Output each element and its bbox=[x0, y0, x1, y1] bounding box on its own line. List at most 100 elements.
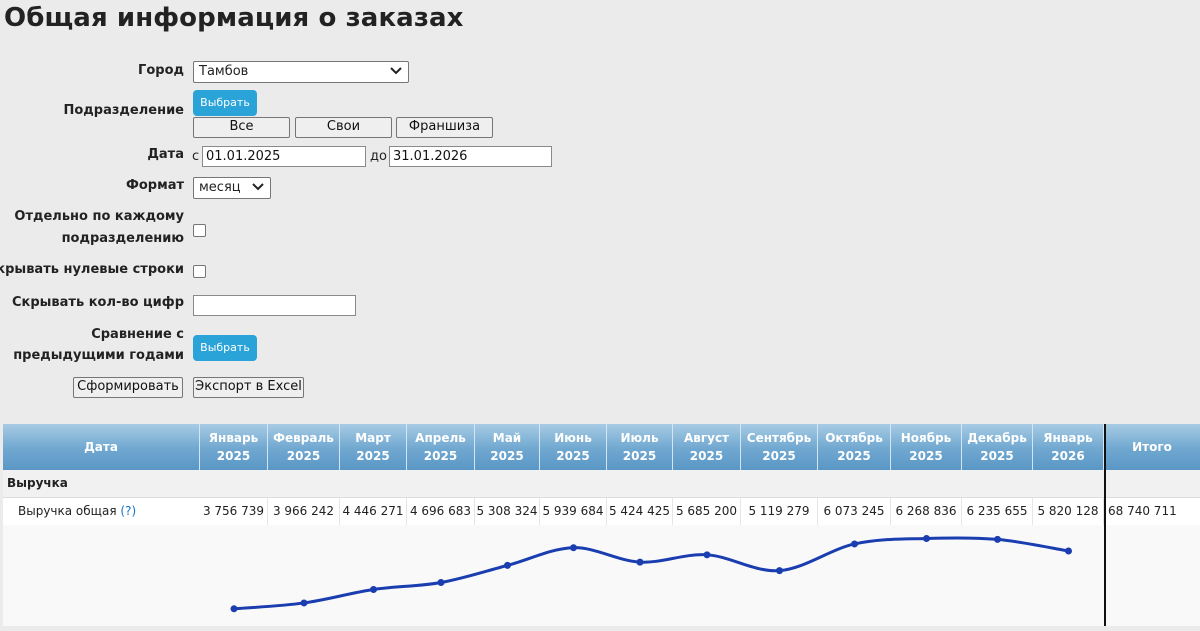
format-label: Формат bbox=[125, 178, 184, 193]
data-point[interactable] bbox=[636, 558, 644, 566]
header-month-name: Май bbox=[492, 431, 522, 445]
orders-table: Дата Январь 2025 Февраль 2025 Март 2025 Апрель… bbox=[3, 424, 1200, 626]
header-month-year: 2025 bbox=[286, 449, 321, 463]
value-cell: 5 308 324 bbox=[475, 498, 540, 525]
data-point[interactable] bbox=[1065, 547, 1072, 555]
header-month-name: Январь bbox=[208, 431, 259, 445]
value-cell: 6 073 245 bbox=[818, 498, 891, 525]
data-point[interactable] bbox=[851, 540, 858, 548]
section-name: Выручка bbox=[7, 476, 68, 490]
header-total: Итого bbox=[1132, 440, 1172, 454]
hide-digits-input[interactable] bbox=[193, 295, 356, 316]
header-month: Сентябрь 2025 bbox=[741, 424, 818, 470]
data-point[interactable] bbox=[230, 605, 238, 613]
value-cell: 5 119 279 bbox=[741, 498, 818, 525]
header-month-name: Июль bbox=[620, 431, 659, 445]
section-row: Выручка bbox=[3, 470, 1200, 498]
data-point[interactable] bbox=[703, 551, 711, 559]
separate-checkbox[interactable] bbox=[193, 224, 206, 237]
header-month-year: 2025 bbox=[423, 449, 458, 463]
value-cell: 4 696 683 bbox=[407, 498, 475, 525]
data-point[interactable] bbox=[370, 586, 377, 594]
compare-label-line2: предыдущими годами bbox=[13, 348, 184, 363]
data-point[interactable] bbox=[300, 599, 308, 607]
value-cell: 6 268 836 bbox=[891, 498, 962, 525]
value-cell: 6 235 655 bbox=[962, 498, 1033, 525]
data-point[interactable] bbox=[923, 534, 930, 542]
header-month-name: Декабрь bbox=[967, 431, 1027, 445]
division-franchise-button[interactable]: Франшиза bbox=[396, 117, 493, 138]
header-month: Май 2025 bbox=[475, 424, 540, 470]
submit-button[interactable]: Сформировать bbox=[73, 377, 183, 398]
date-from-input[interactable]: 01.01.2025 bbox=[202, 146, 366, 167]
data-point[interactable] bbox=[437, 578, 445, 586]
row-total: 68 740 711 bbox=[1108, 504, 1177, 518]
hide-zero-label: Скрывать нулевые строки bbox=[0, 262, 184, 277]
table-header: Дата Январь 2025 Февраль 2025 Март 2025 Апрель… bbox=[3, 424, 1200, 470]
division-choose-button[interactable]: Выбрать bbox=[193, 90, 257, 116]
export-excel-button[interactable]: Экспорт в Excel bbox=[193, 377, 304, 398]
header-month: Июнь 2025 bbox=[540, 424, 607, 470]
help-link[interactable]: (?) bbox=[120, 504, 136, 518]
header-month-year: 2025 bbox=[216, 449, 251, 463]
city-select[interactable]: Тамбов bbox=[193, 61, 409, 83]
header-date: Дата bbox=[3, 424, 200, 470]
date-to-prefix: до bbox=[370, 149, 387, 164]
header-month-year: 2025 bbox=[490, 449, 524, 463]
value-cell: 5 939 684 bbox=[540, 498, 607, 525]
revenue-line-chart bbox=[230, 534, 1072, 613]
hide-digits-label: Скрывать кол-во цифр bbox=[11, 295, 184, 310]
header-month: Февраль 2025 bbox=[268, 424, 340, 470]
header-month: Январь 2026 bbox=[1033, 424, 1104, 470]
value-cell: 5 685 200 bbox=[673, 498, 741, 525]
separate-label-line2: подразделению bbox=[61, 231, 184, 246]
compare-label-line1: Сравнение с bbox=[91, 327, 184, 342]
header-month: Июль 2025 bbox=[607, 424, 673, 470]
header-month-year: 2025 bbox=[689, 449, 724, 463]
header-month-name: Июнь bbox=[554, 431, 592, 445]
header-month: Ноябрь 2025 bbox=[891, 424, 962, 470]
data-point[interactable] bbox=[570, 544, 577, 552]
header-month-year: 2025 bbox=[837, 449, 871, 463]
header-month: Январь 2025 bbox=[200, 424, 268, 470]
city-select-value: Тамбов bbox=[199, 64, 249, 79]
header-month-year: 2025 bbox=[762, 449, 796, 463]
header-month-year: 2026 bbox=[1051, 449, 1085, 463]
header-month-name: Февраль bbox=[273, 431, 334, 445]
header-month-name: Октябрь bbox=[825, 431, 883, 445]
header-month-name: Ноябрь bbox=[900, 431, 952, 445]
division-all-button[interactable]: Все bbox=[193, 117, 290, 138]
header-month: Март 2025 bbox=[340, 424, 407, 470]
header-month-year: 2025 bbox=[556, 449, 590, 463]
total-divider bbox=[1104, 424, 1106, 626]
table-row: Выручка общая (?) 3 756 739 3 966 242 4 44… bbox=[3, 498, 1200, 525]
series-line bbox=[233, 536, 1069, 611]
header-month: Октябрь 2025 bbox=[818, 424, 891, 470]
header-month-name: Август bbox=[683, 431, 730, 445]
division-own-button[interactable]: Свои bbox=[295, 117, 392, 138]
header-month-year: 2025 bbox=[356, 449, 390, 463]
compare-choose-button[interactable]: Выбрать bbox=[193, 335, 257, 361]
header-month: Август 2025 bbox=[673, 424, 741, 470]
value-cell: 5 424 425 bbox=[607, 498, 673, 525]
value-cell: 5 820 128 bbox=[1033, 498, 1104, 525]
data-point[interactable] bbox=[504, 561, 511, 569]
format-select-value: месяц bbox=[199, 180, 241, 195]
row-name-text: Выручка общая bbox=[18, 504, 117, 518]
hide-zero-checkbox[interactable] bbox=[193, 265, 206, 278]
format-select[interactable]: месяц bbox=[193, 177, 271, 199]
data-point[interactable] bbox=[994, 535, 1001, 543]
data-point[interactable] bbox=[776, 567, 783, 575]
row-name: Выручка общая (?) bbox=[18, 498, 136, 525]
city-label: Город bbox=[138, 63, 184, 78]
chart-area bbox=[3, 525, 1200, 626]
header-month: Декабрь 2025 bbox=[962, 424, 1033, 470]
value-cell: 4 446 271 bbox=[340, 498, 407, 525]
header-month-year: 2025 bbox=[980, 449, 1014, 463]
header-month-name: Сентябрь bbox=[746, 431, 812, 445]
date-from-prefix: с bbox=[192, 149, 200, 164]
date-to-input[interactable]: 31.01.2026 bbox=[389, 146, 552, 167]
division-label: Подразделение bbox=[63, 103, 184, 118]
header-month-year: 2025 bbox=[909, 449, 943, 463]
header-month-name: Март bbox=[355, 431, 391, 445]
